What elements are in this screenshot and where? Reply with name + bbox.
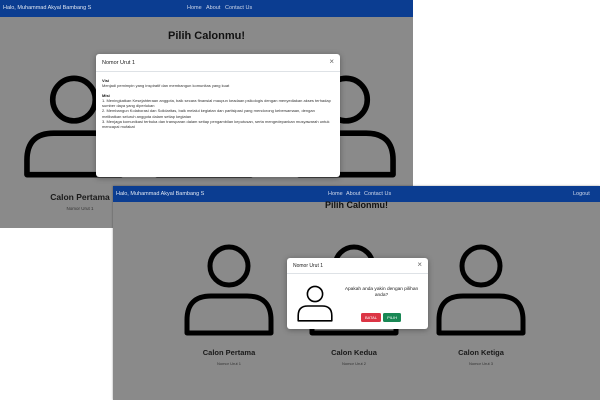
- modal-header: Nomor Urut 1 ×: [96, 54, 340, 72]
- nav-link-home[interactable]: Home: [328, 191, 343, 197]
- misi-item: 3. Menjaga komunikasi terbuka dan transp…: [102, 119, 330, 130]
- nav-link-contact[interactable]: Contact Us: [225, 5, 252, 11]
- close-icon[interactable]: ×: [417, 261, 422, 269]
- candidate-number: Nomor Urut 1: [216, 361, 241, 366]
- candidate-detail-modal: Nomor Urut 1 × Visi Menjadi pemimpin yan…: [96, 54, 340, 177]
- person-icon[interactable]: [431, 226, 531, 346]
- modal-header: Nomor Urut 1 ×: [287, 258, 428, 274]
- cancel-button[interactable]: BATAL: [361, 313, 382, 322]
- candidate-number: Nomor Urut 2: [341, 361, 366, 366]
- navbar-greeting: Halo, Muhammad Akyal Bambang S: [116, 191, 205, 197]
- screenshot-confirm-vote: Halo, Muhammad Akyal Bambang S Home Abou…: [113, 186, 600, 400]
- navbar: Halo, Muhammad Akyal Bambang S Home Abou…: [0, 0, 413, 17]
- modal-title: Nomor Urut 1: [102, 60, 136, 66]
- close-icon[interactable]: ×: [329, 58, 334, 66]
- page-title: Pilih Calonmu!: [168, 30, 245, 42]
- modal-title: Nomor Urut 1: [293, 263, 324, 269]
- nav-link-about[interactable]: About: [346, 191, 360, 197]
- nav-link-contact[interactable]: Contact Us: [364, 191, 391, 197]
- candidate-number: Nomor Urut 3: [468, 361, 493, 366]
- confirm-vote-modal: Nomor Urut 1 × Apakah anda yakin dengan …: [287, 258, 428, 329]
- candidate-name: Calon Kedua: [331, 348, 377, 357]
- modal-actions: BATAL PILIH: [361, 306, 403, 324]
- misi-item: 2. Membangun Kolaborasi dan Solidaritas,…: [102, 108, 315, 119]
- confirm-button[interactable]: PILIH: [383, 313, 402, 322]
- nav-link-home[interactable]: Home: [187, 5, 202, 11]
- modal-body: Visi Menjadi pemimpin yang inspiratif da…: [102, 78, 334, 130]
- person-icon[interactable]: [179, 226, 279, 346]
- person-icon: [295, 280, 335, 324]
- candidate-name: Calon Pertama: [202, 348, 256, 357]
- misi-item: 1. Meningkatkan Kesejahteraan anggota, b…: [102, 97, 331, 109]
- page-title: Pilih Calonmu!: [325, 200, 388, 210]
- navbar-greeting: Halo, Muhammad Akyal Bambang S: [3, 5, 92, 11]
- candidate-name: Calon Ketiga: [458, 348, 504, 357]
- logout-link[interactable]: Logout: [573, 191, 590, 197]
- confirm-question: Apakah anda yakin dengan pilihan anda?: [344, 287, 419, 298]
- nav-link-about[interactable]: About: [206, 5, 220, 11]
